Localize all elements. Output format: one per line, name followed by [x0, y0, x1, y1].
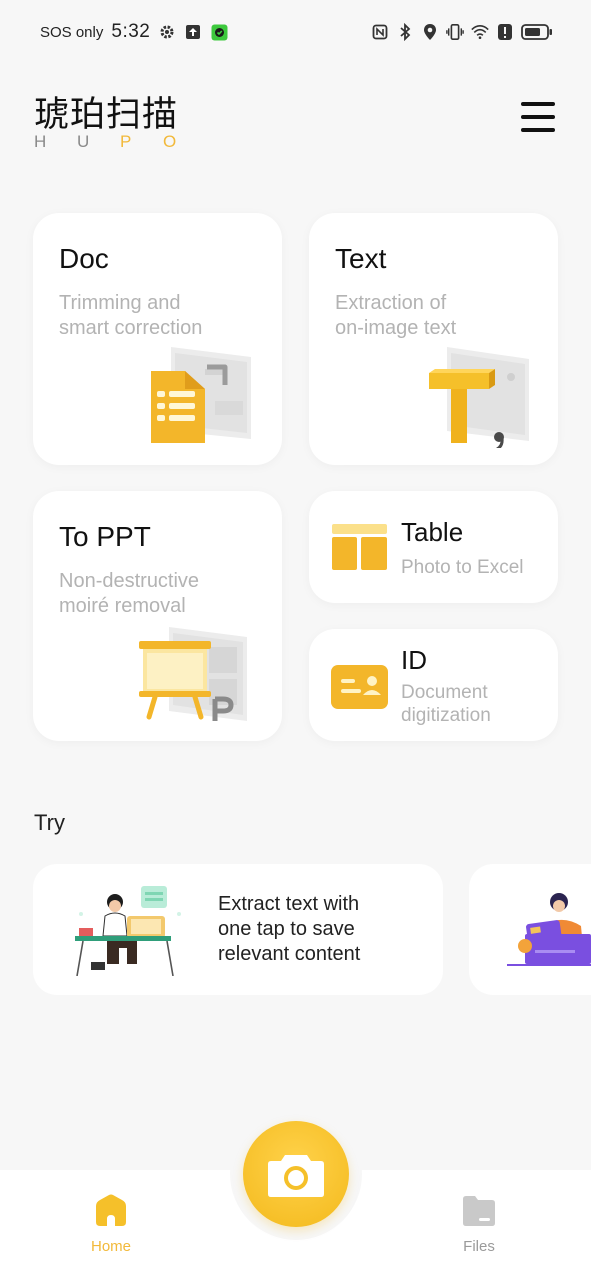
brand-letters: H U P O: [34, 132, 178, 152]
id-card-subtitle: Document digitization: [401, 681, 491, 727]
camera-icon: [268, 1155, 324, 1197]
carrier-text: SOS only: [40, 23, 104, 41]
brand-letter-p: P: [120, 132, 132, 151]
text-card-title: Text: [335, 243, 387, 274]
document-illustration-icon: [151, 347, 251, 443]
battery-icon: [521, 23, 553, 41]
nav-home-label: Home: [90, 1238, 131, 1255]
table-card-title: Table: [401, 517, 464, 547]
menu-icon-line: [521, 128, 555, 132]
menu-icon-line: [521, 102, 555, 106]
upload-icon: [184, 23, 202, 41]
id-card[interactable]: ID Document digitization: [309, 629, 558, 741]
doc-card-subtitle-line: Trimming and: [59, 292, 181, 314]
vpn-app-icon: [210, 23, 228, 41]
try-card-next[interactable]: [469, 864, 591, 995]
text-card[interactable]: Text Extraction of on-image text: [309, 213, 558, 465]
presentation-illustration-icon: [139, 627, 247, 721]
doc-card-subtitle: Trimming and smart correction: [59, 291, 202, 341]
id-card-subtitle-line: Document: [401, 682, 488, 703]
menu-icon-line: [521, 115, 555, 119]
text-illustration-icon: [429, 347, 529, 448]
text-card-subtitle-line: on-image text: [335, 317, 457, 339]
app-title: 琥珀扫描: [34, 95, 179, 135]
clock: 5:32: [111, 21, 151, 42]
table-card-subtitle: Photo to Excel: [401, 557, 524, 578]
doc-card-subtitle-line: smart correction: [59, 317, 203, 339]
doc-card[interactable]: Doc Trimming and smart correction: [33, 213, 282, 465]
status-bar: SOS only 5:32: [0, 0, 591, 64]
gear-icon: [158, 23, 176, 41]
camera-button[interactable]: [243, 1121, 349, 1227]
vibrate-icon: [446, 23, 464, 41]
brand-letter-o: O: [163, 132, 177, 151]
text-card-subtitle: Extraction of on-image text: [335, 291, 456, 341]
ppt-card-subtitle-line: Non-destructive: [59, 570, 200, 592]
id-card-subtitle-line: digitization: [401, 705, 491, 726]
menu-button[interactable]: [521, 102, 555, 132]
nav-home[interactable]: Home: [71, 1192, 151, 1255]
table-card[interactable]: Table Photo to Excel: [309, 491, 558, 603]
ppt-card-subtitle: Non-destructive moiré removal: [59, 569, 199, 619]
bluetooth-icon: [396, 23, 414, 41]
doc-card-title: Doc: [59, 243, 109, 274]
wifi-icon: [471, 23, 489, 41]
try-card-text-line: Extract text with: [218, 893, 360, 915]
try-section-title: Try: [34, 810, 65, 835]
home-icon: [96, 1194, 126, 1226]
brand-letter-u: U: [77, 132, 90, 151]
ppt-card-title: To PPT: [59, 521, 151, 552]
brand-letter-h: H: [34, 132, 47, 151]
folder-icon: [463, 1196, 495, 1226]
location-icon: [421, 23, 439, 41]
try-card[interactable]: Extract text with one tap to save releva…: [33, 864, 443, 995]
status-left: SOS only 5:32: [40, 21, 228, 43]
id-card-title: ID: [401, 645, 427, 675]
try-card-text-line: relevant content: [218, 943, 361, 965]
id-card-icon: [331, 665, 388, 709]
nfc-icon: [371, 23, 389, 41]
ppt-card-subtitle-line: moiré removal: [59, 595, 186, 617]
status-right: [371, 23, 553, 41]
try-card-text: Extract text with one tap to save releva…: [218, 892, 360, 967]
alert-icon: [496, 23, 514, 41]
ppt-card[interactable]: To PPT Non-destructive moiré removal: [33, 491, 282, 741]
nav-files-label: Files: [463, 1238, 495, 1255]
woman-with-card-illustration: [507, 893, 591, 966]
table-icon: [332, 524, 387, 570]
woman-at-desk-illustration: [75, 886, 181, 976]
text-card-subtitle-line: Extraction of: [335, 292, 447, 314]
nav-files[interactable]: Files: [439, 1192, 519, 1255]
try-card-text-line: one tap to save: [218, 918, 355, 940]
